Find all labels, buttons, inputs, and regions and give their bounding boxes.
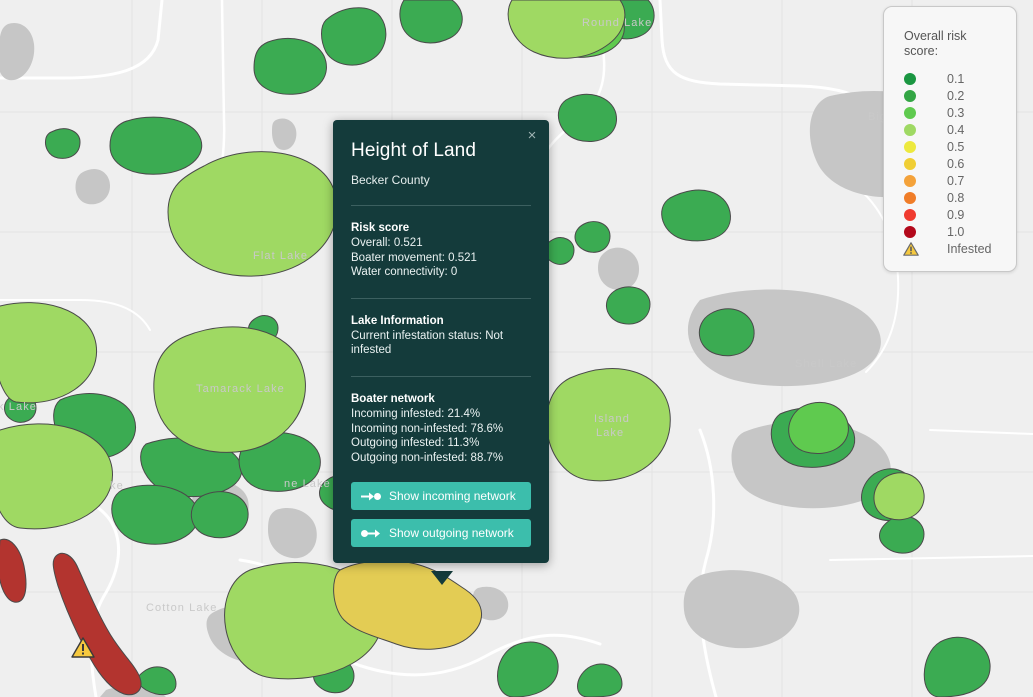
lake-information-section: Lake Information Current infestation sta… (351, 315, 531, 358)
legend-color-swatch (904, 208, 916, 221)
legend-color-swatch (904, 174, 916, 187)
legend-title: Overall risk score: (904, 29, 967, 58)
lake-info-heading: Lake Information (351, 314, 444, 327)
legend-entry: 0.7 (904, 172, 1016, 189)
legend-entry-label: 0.1 (947, 71, 965, 86)
legend-entry-label: 0.9 (947, 207, 965, 222)
show-outgoing-network-button[interactable]: Show outgoing network (351, 519, 531, 548)
lake-detail-popup: × Height of Land Becker County Risk scor… (333, 120, 549, 564)
legend-entry: 0.1 (904, 70, 1016, 87)
popup-actions: Show incoming network Show outgoing netw… (351, 482, 531, 548)
show-incoming-network-label: Show incoming network (389, 489, 516, 504)
map-application: Round Lake Big Flat Lake Shell Lake Tama… (0, 0, 1033, 697)
legend-entry: 0.6 (904, 155, 1016, 172)
legend-entry-label: 0.3 (947, 105, 965, 120)
boater-network-heading: Boater network (351, 392, 435, 405)
legend-color-swatch (904, 157, 916, 170)
legend-entry-list: 0.1 0.2 0.3 0.4 0.5 0.6 0.7 0.8 0.9 1.0 (904, 70, 1016, 240)
risk-score-section: Risk score Overall: 0.521 Boater movemen… (351, 222, 531, 280)
outgoing-infested: Outgoing infested: 11.3% (351, 437, 480, 450)
divider (351, 297, 531, 299)
popup-pointer-tail (431, 571, 453, 585)
legend-color-swatch (904, 123, 916, 136)
legend-entry-label: 0.5 (947, 139, 965, 154)
risk-score-heading: Risk score (351, 222, 410, 234)
show-incoming-network-button[interactable]: Show incoming network (351, 482, 531, 511)
incoming-non-infested: Incoming non-infested: 78.6% (351, 422, 504, 435)
legend-color-swatch (904, 89, 916, 102)
legend-entry-label: 0.8 (947, 190, 965, 205)
arrow-out-of-node-icon (361, 529, 380, 538)
lake-info-status: Current infestation status: Not infested (351, 329, 504, 357)
popup-subtitle-county: Becker County (351, 173, 430, 187)
risk-overall: Overall: 0.521 (351, 237, 423, 249)
incoming-infested: Incoming infested: 21.4% (351, 407, 481, 420)
legend-entry: 0.5 (904, 138, 1016, 155)
divider (351, 205, 531, 206)
show-outgoing-network-label: Show outgoing network (389, 526, 514, 541)
risk-water-connectivity: Water connectivity: 0 (351, 266, 458, 279)
legend-entry: 0.9 (904, 206, 1016, 223)
legend-entry-label: 1.0 (947, 224, 965, 239)
popup-title: Height of Land (351, 140, 476, 161)
outgoing-non-infested: Outgoing non-infested: 88.7% (351, 451, 504, 464)
legend-entry: 1.0 (904, 223, 1016, 240)
legend-entry-label: 0.6 (947, 156, 965, 171)
divider (351, 375, 531, 377)
legend-entry: 0.2 (904, 87, 1016, 104)
legend-color-swatch (904, 191, 916, 204)
warning-triangle-icon (903, 241, 919, 256)
close-icon[interactable]: × (524, 128, 540, 144)
risk-score-legend: Overall risk score: 0.1 0.2 0.3 0.4 0.5 0.6 0.… (883, 6, 1017, 272)
legend-infested-label: Infested (947, 241, 992, 256)
legend-entry-label: 0.2 (947, 88, 965, 103)
legend-entry: 0.3 (904, 104, 1016, 121)
legend-entry-label: 0.7 (947, 173, 965, 188)
legend-color-swatch (904, 72, 916, 85)
legend-entry: 0.4 (904, 121, 1016, 138)
legend-entry-infested: Infested (903, 240, 1016, 257)
legend-color-swatch (904, 225, 916, 238)
boater-network-section: Boater network Incoming infested: 21.4% … (351, 393, 531, 465)
arrow-into-node-icon (361, 492, 381, 501)
legend-entry-label: 0.4 (947, 122, 965, 137)
legend-color-swatch (904, 106, 916, 119)
risk-boater-movement: Boater movement: 0.521 (351, 251, 477, 264)
legend-color-swatch (904, 140, 916, 153)
legend-entry: 0.8 (904, 189, 1016, 206)
